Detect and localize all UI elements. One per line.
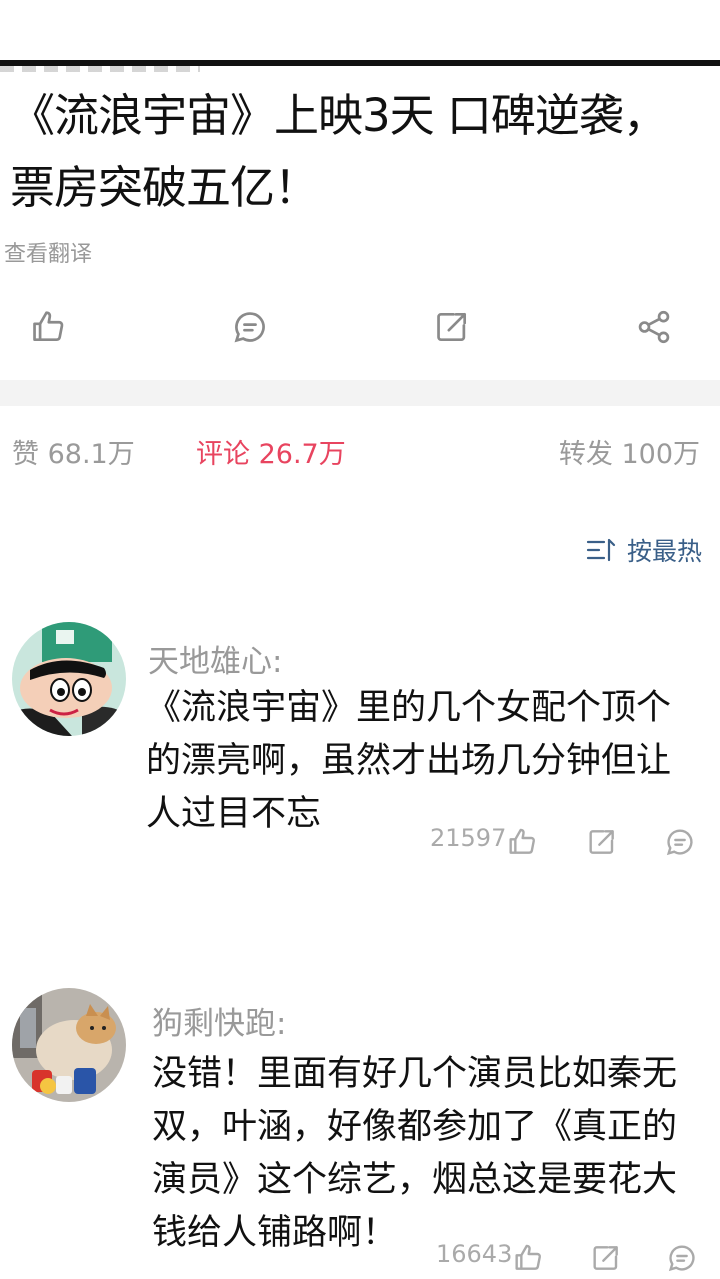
comment-username[interactable]: 狗剩快跑: bbox=[152, 998, 286, 1043]
comment-icon bbox=[666, 829, 693, 856]
comment-reply-button[interactable] bbox=[660, 822, 700, 862]
clipped-header-text bbox=[0, 66, 200, 72]
avatar[interactable] bbox=[12, 622, 126, 736]
post-action-bar bbox=[0, 300, 720, 354]
comment-like-count: 16643 bbox=[436, 1240, 513, 1268]
thumbs-up-icon bbox=[33, 311, 64, 342]
comment-text: 《流浪宇宙》里的几个女配个顶个的漂亮啊，虽然才出场几分钟但让人过目不忘 bbox=[146, 688, 672, 834]
likes-stat-tab[interactable]: 赞 68.1万 bbox=[12, 432, 135, 471]
like-button[interactable] bbox=[22, 300, 74, 354]
reposts-stat-tab[interactable]: 转发 100万 bbox=[559, 432, 700, 471]
thumbs-up-icon bbox=[509, 828, 535, 854]
comment-button[interactable] bbox=[224, 300, 276, 354]
comment-like-button[interactable] bbox=[502, 822, 542, 862]
avatar[interactable] bbox=[12, 988, 126, 1102]
cartoon-avatar-image bbox=[12, 622, 126, 736]
repost-icon bbox=[589, 830, 614, 854]
comment-text: 没错！里面有好几个演员比如秦无双，叶涵，好像都参加了《真正的演员》这个综艺，烟总… bbox=[152, 1054, 678, 1253]
translate-link[interactable]: 查看翻译 bbox=[4, 236, 92, 268]
post-title: 《流浪宇宙》上映3天 口碑逆袭，票房突破五亿！ bbox=[10, 89, 668, 214]
comment-repost-button[interactable] bbox=[582, 822, 622, 862]
comment-actions: 21597 bbox=[410, 820, 710, 864]
repost-button[interactable] bbox=[426, 300, 478, 354]
comment-username[interactable]: 天地雄心: bbox=[148, 636, 282, 681]
comments-stat-tab[interactable]: 评论 26.7万 bbox=[196, 432, 346, 471]
comment-repost-button[interactable] bbox=[586, 1238, 626, 1278]
comment-like-button[interactable] bbox=[508, 1238, 548, 1278]
comment-icon bbox=[234, 312, 265, 343]
comment-actions: 16643 bbox=[420, 1236, 720, 1279]
share-button[interactable] bbox=[628, 300, 680, 354]
post-stats: 赞 68.1万 评论 26.7万 转发 100万 bbox=[0, 432, 720, 476]
comment-like-count: 21597 bbox=[430, 824, 507, 852]
sort-toggle[interactable]: 按最热 bbox=[585, 532, 702, 568]
thumbs-up-icon bbox=[515, 1244, 541, 1270]
section-divider bbox=[0, 380, 720, 406]
comment-icon bbox=[668, 1245, 695, 1272]
dog-avatar-image bbox=[12, 988, 126, 1102]
sort-icon bbox=[586, 538, 616, 562]
comment-reply-button[interactable] bbox=[662, 1238, 702, 1278]
sort-label: 按最热 bbox=[626, 537, 702, 566]
share-icon bbox=[638, 310, 670, 344]
repost-icon bbox=[437, 312, 467, 342]
repost-icon bbox=[593, 1246, 618, 1270]
